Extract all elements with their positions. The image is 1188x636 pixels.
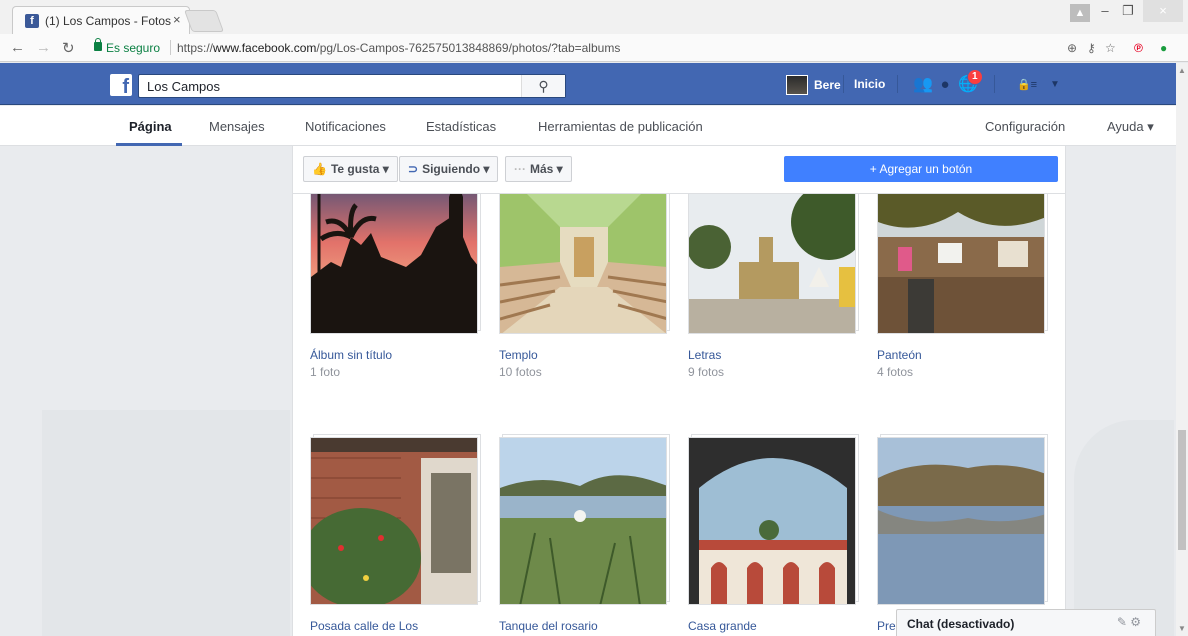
address-bar[interactable]: Es seguro https://www.facebook.com/pg/Lo… <box>88 37 1100 59</box>
tab-statistics[interactable]: Estadísticas <box>426 119 496 134</box>
more-button[interactable]: ··· Más ▾ <box>505 156 572 182</box>
album-title[interactable]: Templo <box>499 348 667 362</box>
album-card[interactable]: Pre <box>877 437 1045 633</box>
thumbs-up-icon: 👍 <box>312 162 327 176</box>
facebook-favicon-icon: f <box>25 14 39 28</box>
friend-requests-icon[interactable]: 👥 <box>912 75 934 95</box>
back-icon[interactable]: ← <box>10 39 25 56</box>
search-input[interactable] <box>139 75 519 97</box>
casa-grande-photo <box>689 438 855 604</box>
messages-icon[interactable]: ● <box>934 75 956 95</box>
chat-label: Chat (desactivado) <box>907 617 1015 631</box>
album-card[interactable]: Álbum sin título 1 foto <box>310 166 478 379</box>
user-name: Bere <box>814 78 841 92</box>
album-title[interactable]: Panteón <box>877 348 1045 362</box>
reload-icon[interactable]: ↻ <box>62 39 75 57</box>
album-title[interactable]: Letras <box>688 348 856 362</box>
scroll-up-icon[interactable]: ▲ <box>1178 66 1186 75</box>
album-card[interactable]: Panteón 4 fotos <box>877 166 1045 379</box>
new-tab-button[interactable] <box>183 10 225 32</box>
scrollbar[interactable] <box>1176 63 1188 636</box>
browser-toolbar: ← → ↻ Es seguro https://www.facebook.com… <box>0 34 1188 62</box>
rss-icon: ⊃ <box>408 162 419 176</box>
divider <box>994 75 995 93</box>
album-card[interactable]: Posada calle de Los <box>310 437 478 633</box>
zoom-icon[interactable]: ⊕ <box>1067 41 1077 55</box>
album-card[interactable]: Templo 10 fotos <box>499 166 667 379</box>
star-icon[interactable]: ☆ <box>1105 41 1116 55</box>
chat-options-icon[interactable]: ✎ ⚙ <box>1117 615 1141 629</box>
posada-photo <box>311 438 477 604</box>
pinterest-icon[interactable]: ℗ <box>1134 41 1143 55</box>
tab-close-icon[interactable]: × <box>173 12 181 27</box>
watermark-shape <box>1074 420 1174 636</box>
search-icon[interactable]: ⚲ <box>521 75 565 97</box>
secure-label: Es seguro <box>106 41 161 55</box>
album-count: 1 foto <box>310 365 341 379</box>
divider <box>897 75 898 93</box>
profile-link[interactable]: Bere <box>786 75 841 95</box>
presa-photo <box>878 438 1044 604</box>
maximize-icon[interactable]: ❐ <box>1118 0 1138 22</box>
profile-icon[interactable]: ▲ <box>1070 4 1090 22</box>
albums-content: 👍 Te gusta ▾ ⊃ Siguiendo ▾ ··· Más ▾ + Agre… <box>292 146 1066 636</box>
album-thumbnail[interactable] <box>499 437 667 605</box>
album-card[interactable]: Tanque del rosario <box>499 437 667 633</box>
account-menu-icon[interactable]: 🔒≡ <box>1016 75 1038 95</box>
scroll-down-icon[interactable]: ▼ <box>1178 624 1186 633</box>
album-thumbnail[interactable] <box>310 437 478 605</box>
window-close-icon[interactable]: × <box>1143 0 1183 22</box>
url-text: https://www.facebook.com/pg/Los-Campos-7… <box>177 41 621 55</box>
album-thumbnail[interactable] <box>877 437 1045 605</box>
home-link[interactable]: Inicio <box>854 77 885 91</box>
following-button[interactable]: ⊃ Siguiendo ▾ <box>399 156 499 182</box>
forward-icon[interactable]: → <box>36 39 51 56</box>
chat-bar[interactable]: Chat (desactivado) ✎ ⚙ <box>896 609 1156 636</box>
tab-notifications[interactable]: Notificaciones <box>305 119 386 134</box>
album-count: 4 fotos <box>877 365 914 379</box>
tab-publishing-tools[interactable]: Herramientas de publicación <box>538 119 703 134</box>
album-count: 10 fotos <box>499 365 542 379</box>
lock-icon <box>94 38 102 51</box>
active-tab-indicator <box>116 143 182 146</box>
facebook-header: f ⚲ Bere Inicio 👥 ● 🌐 1 🔒≡ ▼ <box>0 63 1176 105</box>
browser-tabstrip: f (1) Los Campos - Fotos × ▲ – ❐ × <box>0 0 1188 34</box>
album-card[interactable]: Casa grande <box>688 437 856 633</box>
chevron-down-icon[interactable]: ▼ <box>1044 75 1066 95</box>
extension-icon[interactable]: ● <box>1160 41 1167 55</box>
facebook-logo-icon[interactable]: f <box>110 74 132 96</box>
watermark-shape <box>42 410 290 636</box>
notification-badge: 1 <box>967 69 983 85</box>
more-dots-icon: ··· <box>514 162 526 176</box>
album-title[interactable]: Álbum sin título <box>310 348 478 362</box>
key-icon[interactable]: ⚷ <box>1087 41 1096 55</box>
page-action-bar: 👍 Te gusta ▾ ⊃ Siguiendo ▾ ··· Más ▾ + Agre… <box>293 146 1065 194</box>
page-nav: Página Mensajes Notificaciones Estadísti… <box>0 106 1176 146</box>
like-button[interactable]: 👍 Te gusta ▾ <box>303 156 398 182</box>
lake-photo <box>500 438 666 604</box>
album-title[interactable]: Tanque del rosario <box>499 619 667 633</box>
settings-link[interactable]: Configuración <box>985 119 1065 134</box>
avatar <box>786 75 808 95</box>
album-count: 9 fotos <box>688 365 725 379</box>
add-button-cta[interactable]: + Agregar un botón <box>784 156 1058 182</box>
divider <box>843 75 844 93</box>
divider <box>170 40 171 55</box>
album-card[interactable]: Letras 9 fotos <box>688 166 856 379</box>
album-title[interactable]: Casa grande <box>688 619 856 633</box>
album-title[interactable]: Posada calle de Los <box>310 619 478 633</box>
tab-messages[interactable]: Mensajes <box>209 119 265 134</box>
help-link[interactable]: Ayuda ▾ <box>1107 119 1154 135</box>
album-thumbnail[interactable] <box>688 437 856 605</box>
minimize-icon[interactable]: – <box>1095 0 1115 22</box>
tab-page[interactable]: Página <box>129 119 172 134</box>
search-box[interactable]: ⚲ <box>138 74 566 98</box>
tab-title: (1) Los Campos - Fotos <box>45 14 172 28</box>
browser-tab[interactable]: f (1) Los Campos - Fotos × <box>12 6 190 34</box>
scrollbar-thumb[interactable] <box>1178 430 1186 550</box>
